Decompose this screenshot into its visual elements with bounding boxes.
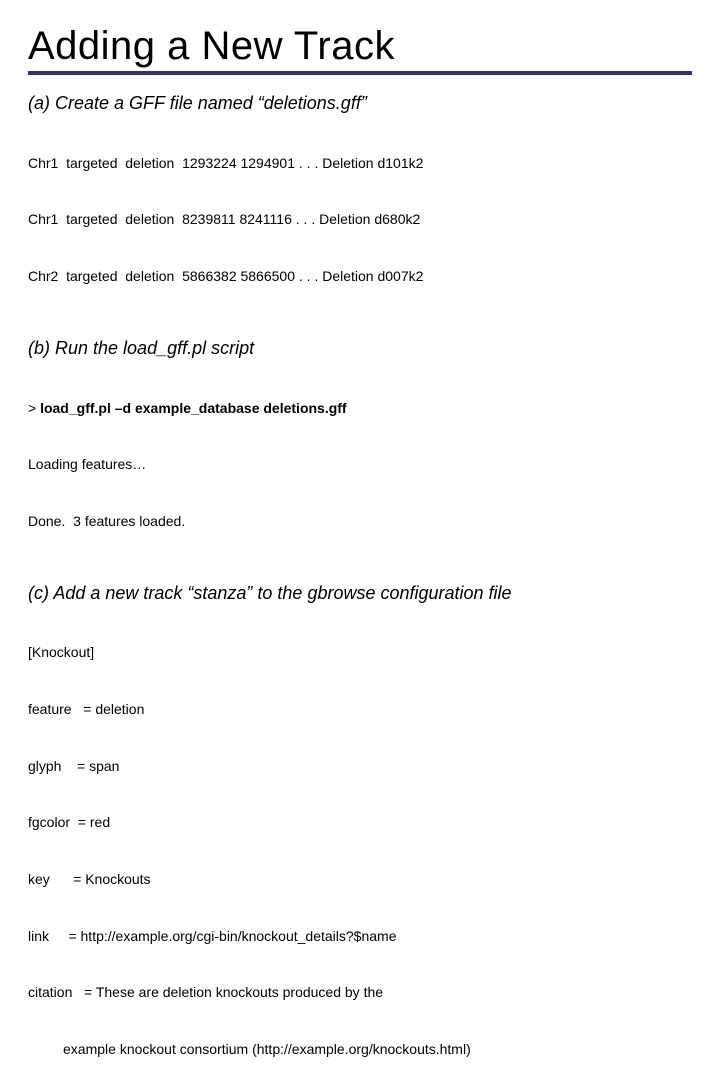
config-line: glyph = span [28,757,692,776]
command-text: load_gff.pl –d example_database deletion… [40,400,347,416]
config-line: feature = deletion [28,700,692,719]
config-line: link = http://example.org/cgi-bin/knocko… [28,927,692,946]
config-line: fgcolor = red [28,813,692,832]
prompt-symbol: > [28,400,40,416]
output-line: Done. 3 features loaded. [28,512,692,531]
config-line: key = Knockouts [28,870,692,889]
output-line: Loading features… [28,455,692,474]
gff-line: Chr1 targeted deletion 8239811 8241116 .… [28,210,692,229]
title-rule [28,71,692,75]
config-line: [Knockout] [28,643,692,662]
config-line: citation = These are deletion knockouts … [28,983,692,1002]
config-stanza-content: [Knockout] feature = deletion glyph = sp… [28,606,692,1080]
section-a-heading: (a) Create a GFF file named “deletions.g… [28,93,692,114]
gff-line: Chr2 targeted deletion 5866382 5866500 .… [28,267,692,286]
config-line: example knockout consortium (http://exam… [28,1040,692,1059]
section-b-heading: (b) Run the load_gff.pl script [28,338,692,359]
script-run-content: > load_gff.pl –d example_database deleti… [28,361,692,569]
gff-file-content: Chr1 targeted deletion 1293224 1294901 .… [28,116,692,324]
section-c-heading: (c) Add a new track “stanza” to the gbro… [28,583,692,604]
gff-line: Chr1 targeted deletion 1293224 1294901 .… [28,154,692,173]
command-line: > load_gff.pl –d example_database deleti… [28,399,692,418]
page-title: Adding a New Track [28,24,692,69]
slide: Adding a New Track (a) Create a GFF file… [0,0,720,1080]
